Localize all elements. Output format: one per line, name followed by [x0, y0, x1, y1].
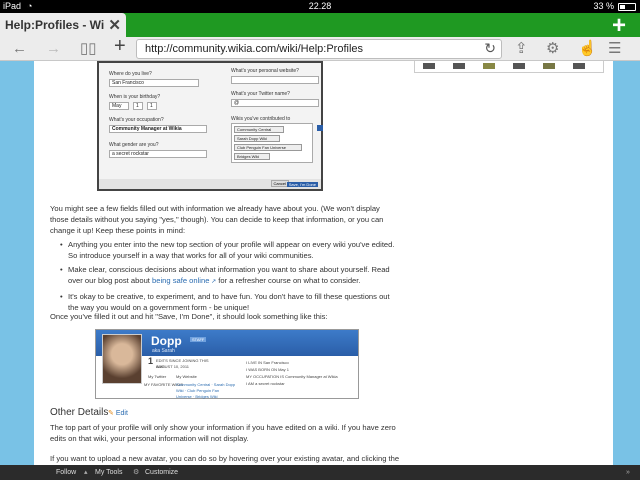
avatar	[102, 334, 142, 384]
form-value: @	[231, 99, 319, 107]
share-icon[interactable]: ⇪	[515, 39, 528, 59]
follow-button[interactable]: Follow	[56, 465, 76, 480]
being-safe-online-link[interactable]: being safe online	[152, 276, 209, 285]
other-details-heading: Other Details	[50, 407, 109, 418]
form-label: What gender are you?	[109, 142, 159, 148]
tab-title: Help:Profiles - Wiki	[5, 18, 105, 32]
edit-label: Edit	[115, 410, 128, 417]
thumbnail[interactable]	[573, 63, 585, 69]
status-bar: iPad ◔ 22.28 33 %	[0, 0, 640, 13]
info-live: I LIVE IN San Francisco	[246, 360, 289, 365]
result-paragraph: Once you've filled it out and hit "Save,…	[50, 312, 328, 321]
thumbnail[interactable]	[543, 63, 555, 69]
right-rail	[404, 61, 613, 465]
form-value: a secret rockstar	[109, 150, 207, 158]
form-label: Wikis you've contributed to	[231, 116, 291, 122]
edit-section-link[interactable]: ✎ Edit	[108, 409, 128, 417]
photo-thumbnails	[414, 61, 604, 73]
add-bookmark-icon[interactable]: +	[114, 36, 126, 56]
address-bar[interactable]: http://community.wikia.com/wiki/Help:Pro…	[136, 39, 502, 59]
other-details-paragraph: The top part of your profile will only s…	[50, 423, 396, 443]
twitter-link: My Twitter	[148, 374, 167, 379]
wikia-toolbar: Follow ▴ My Tools ⚙ Customize »	[0, 465, 640, 480]
list-item: It's okay to be creative, to experiment,…	[60, 291, 398, 313]
form-label: What's your Twitter name?	[231, 91, 290, 97]
article-content: Where do you live? San Francisco When is…	[34, 61, 404, 465]
form-value: 1	[133, 102, 143, 110]
new-tab-button[interactable]: +	[612, 12, 626, 40]
battery-icon	[618, 3, 636, 11]
reload-icon[interactable]: ↻	[484, 40, 496, 57]
hand-cursor-icon[interactable]: ☝	[578, 39, 597, 59]
add-wiki-icon	[317, 125, 323, 131]
thumbnail[interactable]	[423, 63, 435, 69]
form-value: Community Manager at Wikia	[109, 125, 207, 133]
caret-icon: ▴	[84, 469, 88, 476]
form-save: Save, I'm Done	[286, 182, 318, 187]
list-item: Make clear, conscious decisions about wh…	[60, 264, 398, 288]
profile-form-screenshot: Where do you live? San Francisco When is…	[97, 61, 323, 191]
info-occupation: MY OCCUPATION IS Community Manager at Wi…	[246, 374, 338, 379]
thumbnail[interactable]	[483, 63, 495, 69]
battery-fill	[620, 5, 625, 9]
wiki-chip: Club Penguin Fan Universe	[234, 144, 302, 151]
website-link: My Website	[176, 374, 197, 379]
form-value	[231, 76, 319, 84]
form-label: When is your birthday?	[109, 94, 161, 100]
intro-paragraph: You might see a few fields filled out wi…	[50, 204, 384, 235]
form-label: Where do you live?	[109, 71, 152, 77]
wikis-list: Community Central Sarah Dopp Wiki Club P…	[231, 123, 313, 163]
bookmarks-icon[interactable]: ▯▯	[80, 39, 97, 59]
favorite-wikis: Community Central · Sarah Dopp Wiki · Cl…	[176, 382, 236, 399]
gear-icon[interactable]: ⚙	[546, 39, 559, 59]
forward-icon[interactable]: →	[46, 39, 61, 59]
close-tab-icon[interactable]: ✕	[108, 16, 121, 34]
my-tools-button[interactable]: My Tools	[95, 465, 123, 480]
wiki-chip: Sarah Dopp Wiki	[234, 135, 280, 142]
form-value: San Francisco	[109, 79, 199, 87]
staff-badge: STAFF	[190, 337, 207, 342]
form-label: What's your personal website?	[231, 68, 299, 74]
menu-icon[interactable]: ☰	[608, 39, 621, 59]
browser-toolbar: ← → ▯▯ + http://community.wikia.com/wiki…	[0, 36, 640, 61]
wiki-chip: Bridges Wiki	[234, 153, 270, 160]
joined-date: AUGUST 10, 2011	[156, 364, 189, 369]
pencil-icon: ✎	[108, 410, 114, 417]
tab-bar: Help:Profiles - Wiki ✕ +	[0, 12, 640, 40]
form-value: 1	[147, 102, 157, 110]
profile-name: Dopp	[151, 334, 182, 348]
wiki-chip: Community Central	[234, 126, 284, 133]
battery-percent: 33 %	[593, 1, 614, 11]
form-footer: Cancel Save, I'm Done	[99, 179, 321, 189]
thumbnail[interactable]	[453, 63, 465, 69]
form-label: What's your occupation?	[109, 117, 164, 123]
profile-result-screenshot: Dopp STAFF aka Sarah 1 EDITS SINCE JOINI…	[95, 329, 359, 399]
list-item: Anything you enter into the new top sect…	[60, 239, 398, 261]
clock: 22.28	[308, 1, 332, 11]
profile-aka: aka Sarah	[152, 348, 175, 354]
customize-button[interactable]: Customize	[145, 465, 178, 480]
tips-list: Anything you enter into the new top sect…	[60, 239, 398, 316]
avatar-paragraph: If you want to upload a new avatar, you …	[50, 454, 400, 463]
back-icon[interactable]: ←	[12, 39, 27, 59]
info-gender: I AM a secret rockstar	[246, 381, 285, 386]
thumbnail[interactable]	[513, 63, 525, 69]
info-born: I WAS BORN ON May 1	[246, 367, 289, 372]
collapse-icon[interactable]: »	[626, 465, 630, 480]
tab-help-profiles[interactable]: Help:Profiles - Wiki ✕	[0, 13, 126, 37]
url-text: http://community.wikia.com/wiki/Help:Pro…	[145, 43, 364, 55]
edit-count: 1	[148, 356, 154, 366]
list-item-text: for a refresher course on what to consid…	[216, 276, 361, 285]
gear-icon: ⚙	[133, 469, 140, 476]
form-value: May	[109, 102, 129, 110]
